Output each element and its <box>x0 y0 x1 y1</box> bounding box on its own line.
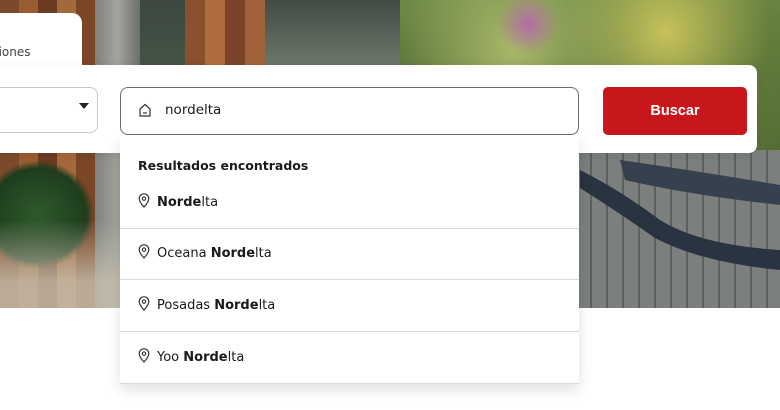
caret-down-icon[interactable] <box>79 103 89 109</box>
result-label: Yoo Nordelta <box>157 350 245 365</box>
home-icon <box>139 103 151 117</box>
property-type-select[interactable] <box>0 87 98 133</box>
result-item[interactable]: Posadas Nordelta <box>120 280 579 332</box>
tab-inversiones[interactable]: ersiones <box>0 13 82 65</box>
map-pin-icon <box>138 296 150 311</box>
result-item[interactable]: Nordelta <box>120 177 579 229</box>
result-item[interactable]: Oceana Nordelta <box>120 228 579 280</box>
map-pin-icon <box>138 244 150 259</box>
result-label: Oceana Nordelta <box>157 246 272 261</box>
results-dropdown: Resultados encontrados Nordelta Oceana N… <box>120 135 579 384</box>
map-pin-icon <box>138 193 150 208</box>
results-title: Resultados encontrados <box>138 158 309 173</box>
tab-label: ersiones <box>0 45 31 59</box>
result-item[interactable]: Yoo Nordelta <box>120 332 579 384</box>
result-label: Posadas Nordelta <box>157 298 276 313</box>
result-label: Nordelta <box>157 195 219 210</box>
search-input-value[interactable]: nordelta <box>165 102 221 118</box>
map-pin-icon <box>138 348 150 363</box>
search-button[interactable]: Buscar <box>603 87 747 135</box>
